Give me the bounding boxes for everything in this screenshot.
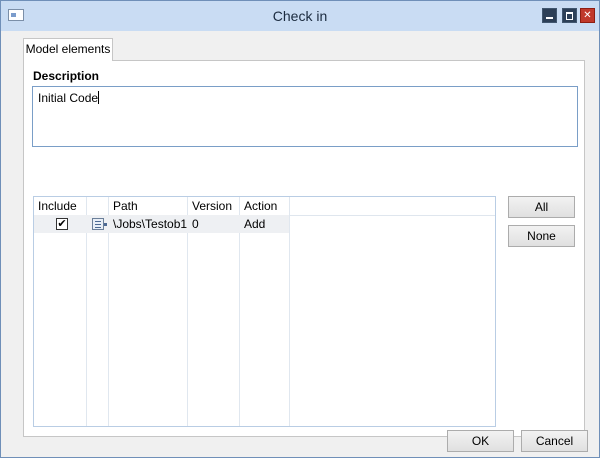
check-in-dialog: Check in ✕ Model elements Description In…	[0, 0, 600, 458]
tab-panel-model-elements: Description Initial Code Include Path Ve…	[23, 60, 585, 437]
title-bar[interactable]: Check in ✕	[1, 1, 599, 31]
grid-column-divider	[289, 197, 290, 426]
minimize-icon	[546, 17, 553, 19]
grid-header-row: Include Path Version Action	[34, 197, 495, 216]
row-path: \Jobs\Testob1	[113, 217, 188, 231]
text-caret	[98, 91, 100, 104]
column-header-path[interactable]: Path	[109, 197, 187, 215]
description-label: Description	[33, 69, 100, 83]
column-header-include[interactable]: Include	[34, 197, 86, 215]
checkmark-icon: ✔	[57, 218, 67, 230]
maximize-icon	[566, 12, 573, 20]
object-icon	[92, 218, 107, 230]
cancel-button[interactable]: Cancel	[521, 430, 588, 452]
window-title: Check in	[272, 8, 328, 24]
select-none-button[interactable]: None	[508, 225, 575, 247]
ok-button[interactable]: OK	[447, 430, 514, 452]
column-header-version[interactable]: Version	[188, 197, 239, 215]
close-icon: ✕	[583, 10, 592, 21]
row-version: 0	[192, 217, 199, 231]
tab-model-elements[interactable]: Model elements	[23, 38, 113, 61]
elements-grid[interactable]: Include Path Version Action ✔ \Jobs\Test…	[33, 196, 496, 427]
row-action: Add	[244, 217, 266, 231]
minimize-button[interactable]	[542, 8, 557, 23]
include-checkbox[interactable]: ✔	[56, 218, 68, 230]
column-header-icon[interactable]	[86, 197, 108, 215]
dialog-client-area: Model elements Description Initial Code …	[1, 31, 599, 457]
select-all-button[interactable]: All	[508, 196, 575, 218]
column-header-action[interactable]: Action	[240, 197, 289, 215]
close-button[interactable]: ✕	[580, 8, 595, 23]
description-value: Initial Code	[38, 91, 99, 105]
maximize-button[interactable]	[562, 8, 577, 23]
table-row[interactable]: ✔ \Jobs\Testob1 0 Add	[34, 215, 289, 233]
description-input[interactable]: Initial Code	[32, 86, 578, 147]
